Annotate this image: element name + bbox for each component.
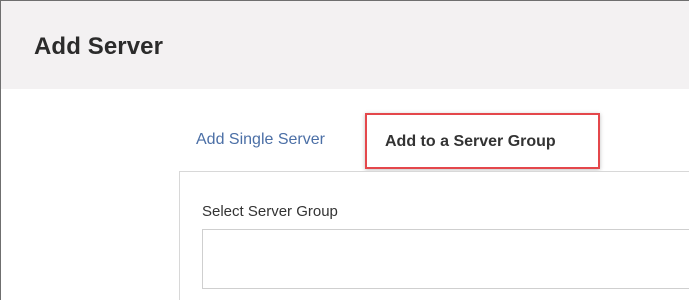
page-title: Add Server [34,33,164,60]
select-server-group-label: Select Server Group [202,203,338,220]
tab-add-to-server-group-label: Add to a Server Group [385,133,556,150]
page-header: Add Server [1,1,689,89]
tab-add-to-server-group[interactable]: Add to a Server Group [365,113,600,169]
tab-add-single-server[interactable]: Add Single Server [196,130,325,150]
form-panel: Select Server Group [179,171,689,300]
server-group-select[interactable] [202,229,689,289]
